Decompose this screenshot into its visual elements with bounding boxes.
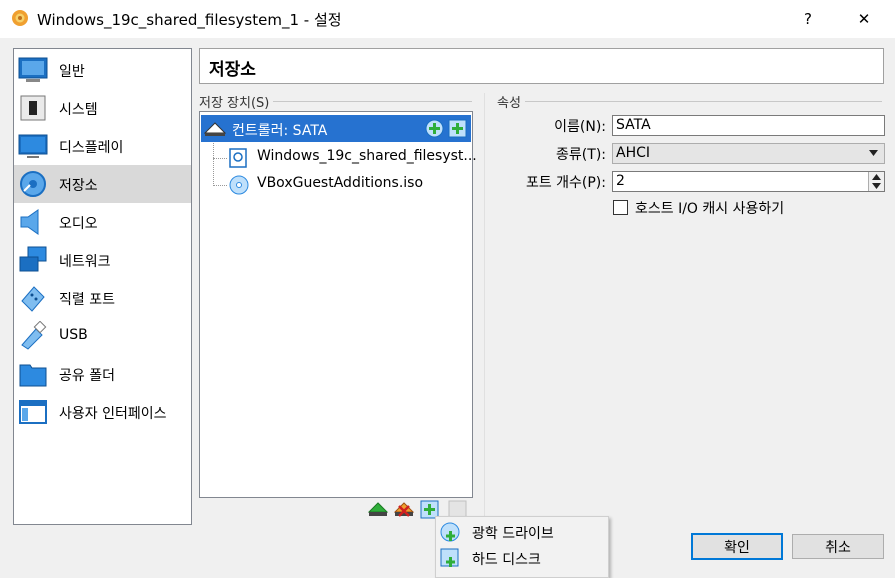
storage-group-label: 저장 장치(S) bbox=[199, 92, 274, 111]
sidebar-item-serial[interactable]: 직렬 포트 bbox=[14, 279, 191, 317]
name-value: SATA bbox=[616, 117, 651, 133]
close-button[interactable]: ✕ bbox=[841, 0, 887, 38]
chevron-down-icon bbox=[869, 150, 878, 156]
virtualbox-gear-icon bbox=[12, 10, 28, 26]
tree-connector bbox=[213, 143, 214, 186]
speaker-icon bbox=[20, 209, 39, 235]
sidebar-item-user-interface[interactable]: 사용자 인터페이스 bbox=[14, 393, 191, 431]
tree-connector bbox=[213, 158, 227, 159]
hard-disk-add-icon bbox=[440, 548, 459, 567]
device-label: VBoxGuestAdditions.iso bbox=[257, 175, 424, 191]
panel-separator bbox=[484, 93, 485, 533]
window-title: Windows_19c_shared_filesystem_1 - 설정 bbox=[37, 11, 342, 29]
sidebar-item-audio[interactable]: 오디오 bbox=[14, 203, 191, 241]
sidebar-item-label: 저장소 bbox=[59, 178, 98, 194]
tree-row-device[interactable]: VBoxGuestAdditions.iso bbox=[227, 173, 470, 197]
sidebar-item-usb[interactable]: USB bbox=[14, 317, 191, 355]
tree-connector bbox=[213, 185, 227, 186]
device-label: Windows_19c_shared_filesyst... bbox=[257, 148, 477, 164]
optical-disc-icon bbox=[229, 175, 249, 195]
network-icon bbox=[19, 246, 47, 272]
window-icon bbox=[19, 400, 47, 424]
sidebar-item-general[interactable]: 일반 bbox=[14, 51, 191, 89]
title-bar: Windows_19c_shared_filesystem_1 - 설정 ? ✕ bbox=[0, 0, 895, 38]
display-icon bbox=[18, 134, 48, 158]
menu-item-label: 하드 디스크 bbox=[472, 552, 541, 568]
optical-drive-add-icon bbox=[440, 522, 460, 542]
add-controller-icon[interactable] bbox=[368, 500, 388, 520]
sidebar-item-label: 공유 폴더 bbox=[59, 368, 115, 384]
usb-icon bbox=[21, 321, 47, 350]
sidebar-item-network[interactable]: 네트워크 bbox=[14, 241, 191, 279]
sidebar-item-storage[interactable]: 저장소 bbox=[14, 165, 191, 203]
cancel-button-label: 취소 bbox=[825, 539, 851, 556]
sidebar-item-display[interactable]: 디스플레이 bbox=[14, 127, 191, 165]
remove-controller-icon[interactable] bbox=[394, 500, 414, 520]
sidebar-item-label: 네트워크 bbox=[59, 254, 111, 270]
help-button[interactable]: ? bbox=[785, 0, 831, 38]
tree-row-controller[interactable]: 컨트롤러: SATA bbox=[201, 115, 471, 142]
sidebar-item-shared-folders[interactable]: 공유 폴더 bbox=[14, 355, 191, 393]
hard-disk-icon bbox=[229, 148, 247, 168]
sidebar-item-label: 직렬 포트 bbox=[59, 292, 115, 308]
cancel-button[interactable]: 취소 bbox=[792, 534, 884, 559]
attributes-group-label: 속성 bbox=[497, 92, 525, 111]
menu-item-optical-drive[interactable]: 광학 드라이브 bbox=[436, 519, 608, 545]
type-select[interactable]: AHCI bbox=[612, 143, 885, 164]
ok-button-label: 확인 bbox=[724, 539, 750, 556]
sidebar-item-label: 시스템 bbox=[59, 102, 98, 118]
ports-spinbox[interactable]: 2 bbox=[612, 171, 885, 192]
host-cache-label: 호스트 I/O 캐시 사용하기 bbox=[635, 201, 785, 217]
serial-port-icon bbox=[21, 286, 45, 312]
folder-icon bbox=[19, 364, 47, 387]
settings-sidebar: 일반 시스템 디스플레이 저장소 오디오 네트워크 직렬 포트 USB 공유 폴… bbox=[13, 48, 192, 525]
spin-buttons[interactable] bbox=[868, 172, 884, 191]
menu-item-label: 광학 드라이브 bbox=[472, 526, 554, 542]
sidebar-item-label: USB bbox=[59, 327, 88, 343]
spin-up-icon[interactable] bbox=[872, 174, 881, 180]
monitor-icon bbox=[18, 57, 48, 82]
controller-icon bbox=[204, 122, 226, 136]
controller-label: 컨트롤러: SATA bbox=[232, 123, 328, 139]
add-hard-disk-icon[interactable] bbox=[448, 119, 467, 138]
menu-item-hard-disk[interactable]: 하드 디스크 bbox=[436, 545, 608, 571]
tree-row-device[interactable]: Windows_19c_shared_filesyst... bbox=[227, 146, 477, 170]
spin-down-icon[interactable] bbox=[872, 183, 881, 189]
help-icon: ? bbox=[804, 10, 812, 28]
type-label: 종류(T): bbox=[556, 147, 606, 163]
ports-value: 2 bbox=[616, 173, 625, 189]
chip-icon bbox=[20, 95, 46, 121]
sidebar-item-label: 일반 bbox=[59, 64, 85, 80]
sidebar-item-system[interactable]: 시스템 bbox=[14, 89, 191, 127]
close-icon: ✕ bbox=[857, 10, 871, 28]
page-header: 저장소 bbox=[199, 48, 884, 84]
ports-label: 포트 개수(P): bbox=[525, 175, 606, 191]
sidebar-item-label: 오디오 bbox=[59, 216, 98, 232]
host-cache-checkbox[interactable] bbox=[613, 200, 628, 215]
attributes-group-line bbox=[497, 101, 882, 102]
name-label: 이름(N): bbox=[554, 119, 606, 135]
type-value: AHCI bbox=[616, 145, 651, 161]
sidebar-item-label: 디스플레이 bbox=[59, 140, 124, 156]
sidebar-item-label: 사용자 인터페이스 bbox=[59, 406, 167, 422]
ok-button[interactable]: 확인 bbox=[691, 533, 783, 560]
add-attachment-menu: 광학 드라이브 하드 디스크 bbox=[435, 516, 609, 578]
storage-tree[interactable]: 컨트롤러: SATA Windows_19c_shared_filesyst..… bbox=[199, 111, 477, 498]
page-title: 저장소 bbox=[209, 60, 256, 80]
name-field[interactable]: SATA bbox=[612, 115, 885, 136]
add-optical-drive-icon[interactable] bbox=[425, 119, 444, 138]
disk-icon bbox=[20, 171, 46, 197]
